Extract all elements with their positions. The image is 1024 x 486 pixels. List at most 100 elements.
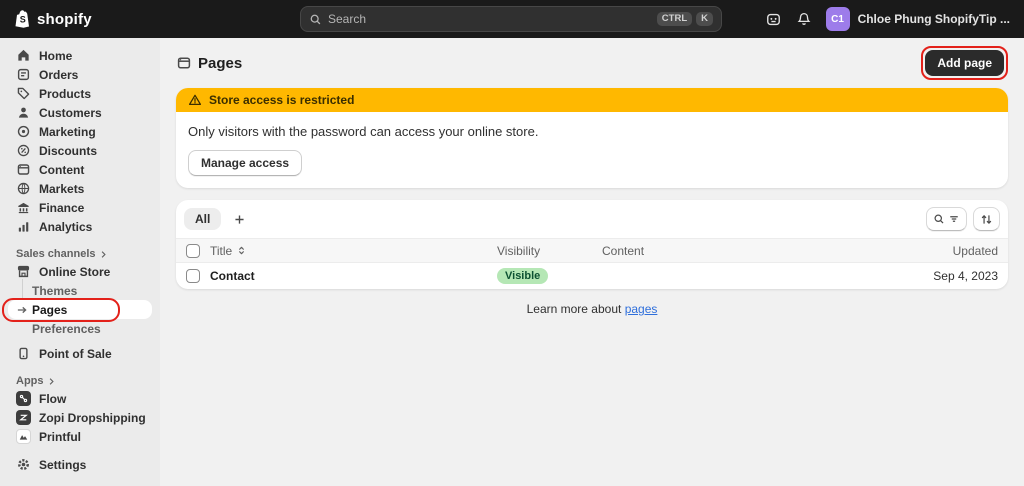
sidebar-item-label: Printful	[39, 429, 81, 444]
sort-button[interactable]	[973, 207, 1000, 231]
sidebar-item-label: Preferences	[32, 321, 101, 336]
apps-label: Apps	[16, 375, 44, 387]
sidebar-item-products[interactable]: Products	[8, 84, 152, 103]
zopi-app-icon	[16, 410, 31, 425]
sidebar-item-point-of-sale[interactable]: Point of Sale	[8, 344, 152, 363]
home-icon	[16, 48, 31, 63]
pages-help-link[interactable]: pages	[625, 302, 658, 316]
sidebar-item-label: Products	[39, 86, 92, 101]
search-icon	[309, 13, 322, 26]
banner-message: Only visitors with the password can acce…	[188, 124, 539, 139]
sidebar-item-label: Zopi Dropshipping	[39, 410, 146, 425]
search-icon	[934, 214, 944, 224]
globe-icon	[16, 181, 31, 196]
search-input[interactable]: Search CTRL K	[300, 6, 722, 32]
kbd-ctrl: CTRL	[656, 12, 693, 26]
sidebar-item-label: Point of Sale	[39, 346, 112, 361]
apps-header[interactable]: Apps	[0, 373, 160, 389]
assistant-bot-icon[interactable]	[765, 11, 782, 28]
column-visibility[interactable]: Visibility	[497, 244, 602, 258]
target-icon	[16, 124, 31, 139]
gear-icon	[16, 457, 31, 472]
sidebar-item-marketing[interactable]: Marketing	[8, 122, 152, 141]
sidebar-item-label: Themes	[32, 283, 78, 298]
sidebar-item-label: Customers	[39, 105, 102, 120]
storefront-icon	[16, 264, 31, 279]
sidebar-item-orders[interactable]: Orders	[8, 65, 152, 84]
sidebar-item-label: Analytics	[39, 219, 93, 234]
sidebar: Home Orders Products Customers Marketing…	[0, 38, 160, 486]
sidebar-item-label: Flow	[39, 391, 67, 406]
sidebar-item-home[interactable]: Home	[8, 46, 152, 65]
flow-app-icon	[16, 391, 31, 406]
printful-app-icon	[16, 429, 31, 444]
shopify-logo[interactable]: S shopify	[14, 9, 92, 29]
sidebar-item-zopi[interactable]: Zopi Dropshipping	[8, 408, 152, 427]
sidebar-item-label: Pages	[32, 302, 68, 317]
bar-chart-icon	[16, 219, 31, 234]
page-title-text: Pages	[198, 54, 243, 72]
person-icon	[16, 105, 31, 120]
sidebar-item-pages[interactable]: Pages	[8, 300, 152, 319]
user-name: Chloe Phung ShopifyTip ...	[857, 12, 1010, 26]
tab-all[interactable]: All	[184, 208, 222, 230]
user-menu[interactable]: C1 Chloe Phung ShopifyTip ...	[825, 7, 1010, 31]
tag-icon	[16, 86, 31, 101]
page-title: Pages	[176, 55, 242, 72]
column-content[interactable]: Content	[602, 244, 888, 258]
sidebar-item-preferences[interactable]: Preferences	[8, 319, 152, 338]
media-icon	[16, 162, 31, 177]
sidebar-item-finance[interactable]: Finance	[8, 198, 152, 217]
topbar: S shopify Search CTRL K C1 Chloe Phung S…	[0, 0, 1024, 38]
sidebar-item-customers[interactable]: Customers	[8, 103, 152, 122]
sidebar-item-label: Orders	[39, 67, 79, 82]
sort-arrows-icon	[981, 214, 992, 224]
sidebar-item-settings[interactable]: Settings	[8, 455, 152, 474]
footer-note: Learn more about pages	[176, 289, 1008, 329]
sidebar-item-label: Online Store	[39, 264, 111, 279]
manage-access-button[interactable]: Manage access	[188, 150, 303, 176]
sidebar-item-content[interactable]: Content	[8, 160, 152, 179]
search-filter-button[interactable]	[926, 207, 967, 231]
sidebar-item-printful[interactable]: Printful	[8, 427, 152, 446]
warning-triangle-icon	[188, 93, 202, 107]
sidebar-item-analytics[interactable]: Analytics	[8, 217, 152, 236]
shopify-bag-icon: S	[14, 9, 32, 29]
footer-text: Learn more about	[526, 302, 622, 316]
store-access-banner: Store access is restricted Only visitors…	[176, 88, 1008, 188]
pos-device-icon	[16, 346, 31, 361]
sidebar-item-flow[interactable]: Flow	[8, 389, 152, 408]
brand-name: shopify	[37, 10, 92, 28]
sidebar-item-themes[interactable]: Themes	[8, 281, 152, 300]
sidebar-item-online-store[interactable]: Online Store	[8, 262, 152, 281]
select-all-checkbox[interactable]	[186, 243, 200, 258]
table-header-row: Title Visibility Content Updated	[176, 238, 1008, 263]
table-row[interactable]: Contact Visible Sep 4, 2023	[176, 263, 1008, 289]
sidebar-item-label: Settings	[39, 457, 87, 472]
red-annotation-circle-add-page: Add page	[921, 46, 1008, 80]
search-shortcut: CTRL K	[656, 12, 713, 26]
add-view-button[interactable]	[227, 207, 251, 231]
column-updated[interactable]: Updated	[888, 244, 998, 258]
chevron-right-icon	[99, 250, 108, 259]
sales-channels-label: Sales channels	[16, 248, 96, 260]
sales-channels-header[interactable]: Sales channels	[0, 246, 160, 262]
orders-icon	[16, 67, 31, 82]
row-checkbox[interactable]	[186, 269, 200, 283]
sidebar-item-discounts[interactable]: Discounts	[8, 141, 152, 160]
filter-lines-icon	[950, 216, 958, 222]
sidebar-item-markets[interactable]: Markets	[8, 179, 152, 198]
column-title[interactable]: Title	[210, 244, 497, 258]
pages-icon	[176, 55, 192, 71]
visibility-badge: Visible	[497, 268, 549, 285]
notifications-bell-icon[interactable]	[796, 11, 812, 27]
sidebar-item-label: Discounts	[39, 143, 98, 158]
row-title[interactable]: Contact	[210, 269, 497, 283]
search-placeholder: Search	[328, 12, 367, 26]
sidebar-item-label: Home	[39, 48, 73, 63]
sidebar-item-label: Content	[39, 162, 85, 177]
bank-icon	[16, 200, 31, 215]
add-page-button[interactable]: Add page	[925, 50, 1004, 76]
sidebar-item-label: Markets	[39, 181, 85, 196]
banner-title: Store access is restricted	[209, 93, 355, 107]
